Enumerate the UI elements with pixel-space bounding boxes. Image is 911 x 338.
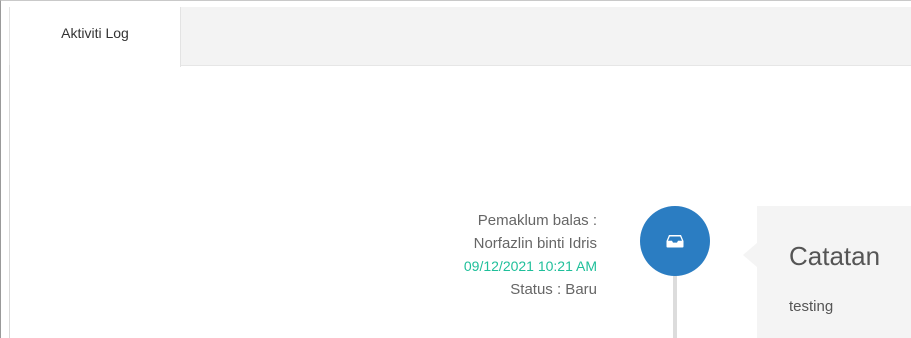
activity-panel: Aktiviti Log Pemaklum balas : Norfazlin … — [0, 0, 911, 338]
content-divider — [9, 65, 10, 338]
card-body: testing — [789, 298, 834, 315]
card-title: Catatan — [789, 241, 881, 271]
entry-datetime: 09/12/2021 10:21 AM — [463, 258, 597, 274]
inbox-icon — [666, 235, 684, 248]
entry-status: Status : Baru — [510, 281, 597, 298]
feedback-user-name: Norfazlin binti Idris — [473, 235, 597, 252]
timeline-entry-info: Pemaklum balas : Norfazlin binti Idris 0… — [464, 209, 597, 301]
tab-aktiviti-log[interactable]: Aktiviti Log — [9, 7, 181, 67]
feedback-label: Pemaklum balas : — [477, 212, 597, 229]
timeline-card: Catatan testing — [757, 206, 911, 338]
card-pointer — [743, 243, 757, 267]
timeline-marker — [640, 206, 710, 276]
tab-label: Aktiviti Log — [61, 25, 129, 41]
